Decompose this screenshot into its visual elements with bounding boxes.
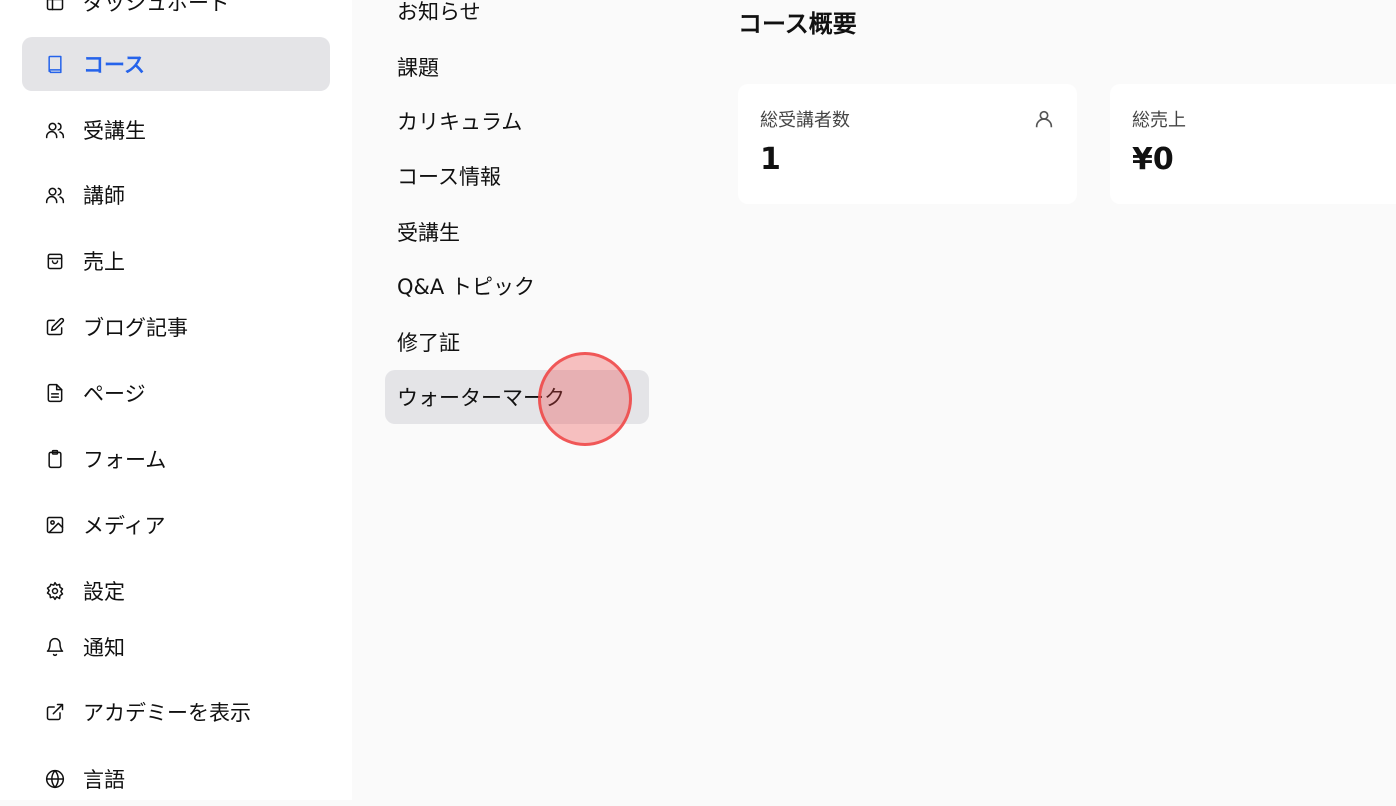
sidebar-item-sales[interactable]: 売上 — [22, 234, 330, 288]
stat-card-total-sales: 総売上 ¥0 — [1110, 84, 1396, 204]
submenu-item-students[interactable]: 受講生 — [385, 205, 649, 259]
sidebar-item-label: 売上 — [83, 250, 125, 274]
sidebar-item-label: ブログ記事 — [83, 316, 188, 340]
book-icon — [44, 53, 66, 75]
submenu-item-label: カリキュラム — [397, 110, 523, 134]
click-indicator — [538, 352, 632, 446]
clipboard-icon — [44, 448, 66, 470]
stat-value: ¥0 — [1132, 142, 1174, 177]
sidebar-item-view-academy[interactable]: アカデミーを表示 — [22, 685, 330, 739]
stat-label: 総受講者数 — [760, 110, 850, 131]
sidebar-item-instructors[interactable]: 講師 — [22, 168, 330, 222]
page-title: コース概要 — [738, 10, 857, 38]
submenu-item-label: 修了証 — [397, 331, 460, 355]
sidebar-item-label: ページ — [83, 382, 146, 406]
sidebar-item-label: コース — [83, 53, 145, 77]
sidebar-item-settings[interactable]: 設定 — [22, 564, 330, 618]
gear-icon — [44, 580, 66, 602]
sidebar-item-label: ダッシュボード — [83, 0, 230, 15]
file-text-icon — [44, 382, 66, 404]
shopping-bag-icon — [44, 250, 66, 272]
submenu-item-assignments[interactable]: 課題 — [385, 40, 649, 94]
submenu-item-label: コース情報 — [397, 165, 501, 189]
sidebar-item-label: メディア — [83, 514, 166, 538]
sidebar: ダッシュボード コース 受講生 講師 売上 ブログ記事 ページ フォーム メディ… — [0, 0, 352, 800]
course-submenu: お知らせ 課題 カリキュラム コース情報 受講生 Q&A トピック 修了証 ウォ… — [352, 0, 682, 800]
stat-value: 1 — [760, 142, 781, 177]
sidebar-item-label: 講師 — [83, 184, 125, 208]
sidebar-item-courses[interactable]: コース — [22, 37, 330, 91]
sidebar-item-notifications[interactable]: 通知 — [22, 620, 330, 674]
sidebar-item-blog[interactable]: ブログ記事 — [22, 300, 330, 354]
sidebar-item-label: アカデミーを表示 — [83, 701, 251, 725]
bell-icon — [44, 636, 66, 658]
users-icon — [44, 184, 66, 206]
stat-card-total-students: 総受講者数 1 — [738, 84, 1077, 204]
stat-label: 総売上 — [1132, 110, 1186, 131]
submenu-item-qa-topics[interactable]: Q&A トピック — [385, 259, 649, 313]
globe-icon — [44, 768, 66, 790]
user-icon — [1033, 108, 1055, 134]
sidebar-item-language[interactable]: 言語 — [22, 752, 330, 806]
users-icon — [44, 119, 66, 141]
image-icon — [44, 514, 66, 536]
sidebar-item-students[interactable]: 受講生 — [22, 103, 330, 157]
sidebar-item-media[interactable]: メディア — [22, 498, 330, 552]
submenu-item-label: Q&A トピック — [397, 275, 535, 299]
submenu-item-curriculum[interactable]: カリキュラム — [385, 94, 649, 148]
submenu-item-label: 課題 — [397, 56, 439, 80]
edit-icon — [44, 316, 66, 338]
submenu-item-announcements[interactable]: お知らせ — [385, 0, 649, 38]
submenu-item-label: 受講生 — [397, 221, 460, 245]
sidebar-item-label: 設定 — [83, 580, 125, 604]
sidebar-item-dashboard[interactable]: ダッシュボード — [22, 0, 330, 29]
sidebar-item-pages[interactable]: ページ — [22, 366, 330, 420]
submenu-item-course-info[interactable]: コース情報 — [385, 149, 649, 203]
sidebar-item-label: 通知 — [83, 636, 125, 660]
external-link-icon — [44, 701, 66, 723]
sidebar-item-label: 言語 — [83, 768, 125, 792]
submenu-item-label: お知らせ — [397, 0, 481, 24]
sidebar-item-label: 受講生 — [83, 119, 146, 143]
dashboard-icon — [44, 0, 66, 13]
sidebar-item-label: フォーム — [83, 448, 167, 472]
sidebar-item-forms[interactable]: フォーム — [22, 432, 330, 486]
